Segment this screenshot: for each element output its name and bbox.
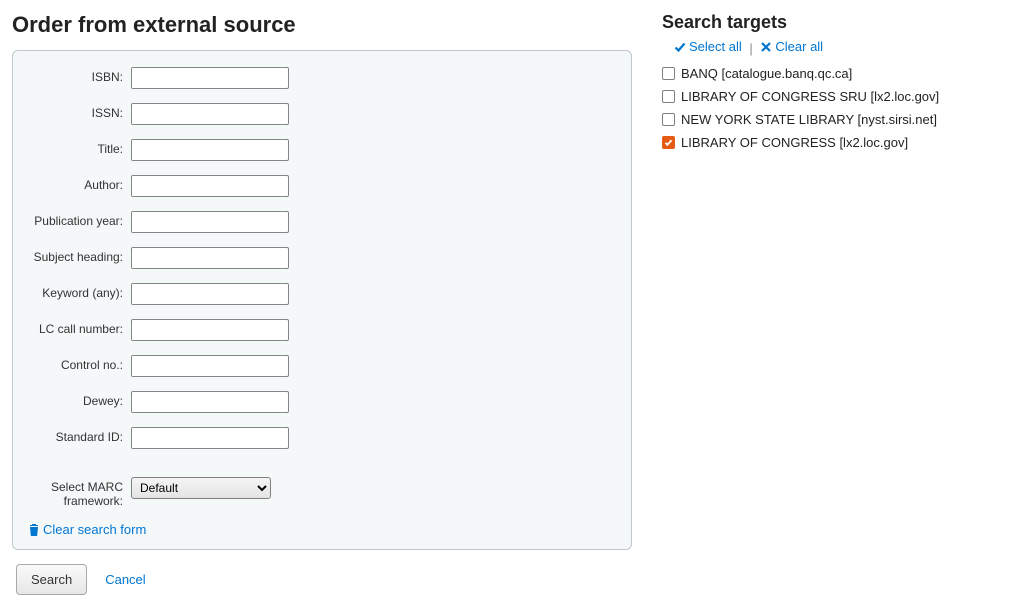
marc-framework-select[interactable]: Default xyxy=(131,477,271,499)
dewey-input[interactable] xyxy=(131,391,289,413)
controlno-label: Control no.: xyxy=(29,355,131,372)
target-checkbox[interactable] xyxy=(662,90,675,103)
target-item: NEW YORK STATE LIBRARY [nyst.sirsi.net] xyxy=(662,108,1006,131)
search-button[interactable]: Search xyxy=(16,564,87,595)
author-input[interactable] xyxy=(131,175,289,197)
issn-input[interactable] xyxy=(131,103,289,125)
author-label: Author: xyxy=(29,175,131,192)
subject-input[interactable] xyxy=(131,247,289,269)
target-list: BANQ [catalogue.banq.qc.ca] LIBRARY OF CO… xyxy=(662,62,1006,154)
search-targets-heading: Search targets xyxy=(662,12,1006,33)
isbn-input[interactable] xyxy=(131,67,289,89)
target-label: NEW YORK STATE LIBRARY [nyst.sirsi.net] xyxy=(681,112,937,127)
pubyear-input[interactable] xyxy=(131,211,289,233)
lccall-label: LC call number: xyxy=(29,319,131,336)
target-label: LIBRARY OF CONGRESS [lx2.loc.gov] xyxy=(681,135,908,150)
stdid-label: Standard ID: xyxy=(29,427,131,444)
title-input[interactable] xyxy=(131,139,289,161)
clear-all-link[interactable]: Clear all xyxy=(760,39,823,54)
lccall-input[interactable] xyxy=(131,319,289,341)
x-icon xyxy=(760,41,772,53)
search-form-panel: ISBN: ISSN: Title: Author: Publication y… xyxy=(12,50,632,550)
clear-search-form-link[interactable]: Clear search form xyxy=(29,522,146,537)
target-item: LIBRARY OF CONGRESS [lx2.loc.gov] xyxy=(662,131,1006,154)
clear-all-label: Clear all xyxy=(775,39,823,54)
stdid-input[interactable] xyxy=(131,427,289,449)
trash-icon xyxy=(29,524,39,536)
keyword-label: Keyword (any): xyxy=(29,283,131,300)
target-checkbox[interactable] xyxy=(662,113,675,126)
controlno-input[interactable] xyxy=(131,355,289,377)
subject-label: Subject heading: xyxy=(29,247,131,264)
cancel-link[interactable]: Cancel xyxy=(105,572,145,587)
target-checkbox[interactable] xyxy=(662,136,675,149)
select-all-link[interactable]: Select all xyxy=(674,39,742,54)
target-label: BANQ [catalogue.banq.qc.ca] xyxy=(681,66,852,81)
target-item: LIBRARY OF CONGRESS SRU [lx2.loc.gov] xyxy=(662,85,1006,108)
isbn-label: ISBN: xyxy=(29,67,131,84)
page-title: Order from external source xyxy=(12,12,632,38)
pubyear-label: Publication year: xyxy=(29,211,131,228)
target-checkbox[interactable] xyxy=(662,67,675,80)
clear-search-form-label: Clear search form xyxy=(43,522,146,537)
check-icon xyxy=(674,41,686,53)
target-item: BANQ [catalogue.banq.qc.ca] xyxy=(662,62,1006,85)
title-label: Title: xyxy=(29,139,131,156)
issn-label: ISSN: xyxy=(29,103,131,120)
keyword-input[interactable] xyxy=(131,283,289,305)
separator: | xyxy=(749,41,752,56)
dewey-label: Dewey: xyxy=(29,391,131,408)
target-label: LIBRARY OF CONGRESS SRU [lx2.loc.gov] xyxy=(681,89,939,104)
select-all-label: Select all xyxy=(689,39,742,54)
marc-framework-label: Select MARC framework: xyxy=(29,477,131,508)
